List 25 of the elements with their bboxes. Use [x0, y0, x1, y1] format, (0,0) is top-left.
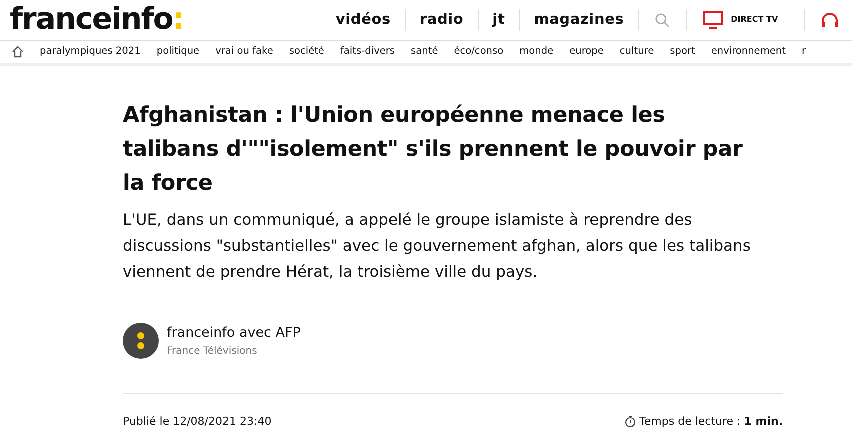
- nav-link[interactable]: société: [289, 44, 324, 60]
- nav-link[interactable]: faits-divers: [340, 44, 396, 60]
- nav-link[interactable]: radio: [406, 9, 479, 31]
- author-org: France Télévisions: [167, 344, 258, 359]
- reading-time: Temps de lecture : 1 min.: [640, 414, 783, 429]
- nav-link[interactable]: magazines: [520, 9, 640, 31]
- publish-date: Publié le 12/08/2021 23:40: [123, 414, 272, 429]
- logo[interactable]: franceinfo:: [10, 5, 184, 35]
- nav-link[interactable]: r: [802, 44, 806, 60]
- nav-link[interactable]: vrai ou fake: [216, 44, 274, 60]
- nav-link[interactable]: éco/conso: [454, 44, 504, 60]
- nav-link[interactable]: paralympiques 2021: [40, 44, 141, 60]
- author-name[interactable]: franceinfo avec AFP: [167, 323, 301, 344]
- nav-link[interactable]: vidéos: [322, 9, 406, 31]
- nav-link[interactable]: monde: [520, 44, 554, 60]
- article-title: Afghanistan : l'Union européenne menace les talibans d'""isolement" s'ils prennent le pouvoir par la force: [123, 102, 744, 198]
- nav-link[interactable]: politique: [156, 44, 200, 60]
- nav-link[interactable]: santé: [411, 44, 438, 60]
- live-link[interactable]: DIRECT TV: [731, 9, 806, 31]
- nav-link[interactable]: environnement: [711, 44, 786, 60]
- nav-link[interactable]: sport: [670, 44, 696, 60]
- nav-link[interactable]: jt: [478, 9, 520, 31]
- article-lede: L'UE, dans un communiqué, a appelé le groupe islamiste à reprendre des discussions "substantielles" avec le gouvernement afghan, alors que les talibans viennent de prendre Hérat, la troisième ville du pays.: [123, 210, 752, 283]
- nav-link[interactable]: culture: [620, 44, 654, 60]
- nav-link[interactable]: europe: [570, 44, 604, 60]
